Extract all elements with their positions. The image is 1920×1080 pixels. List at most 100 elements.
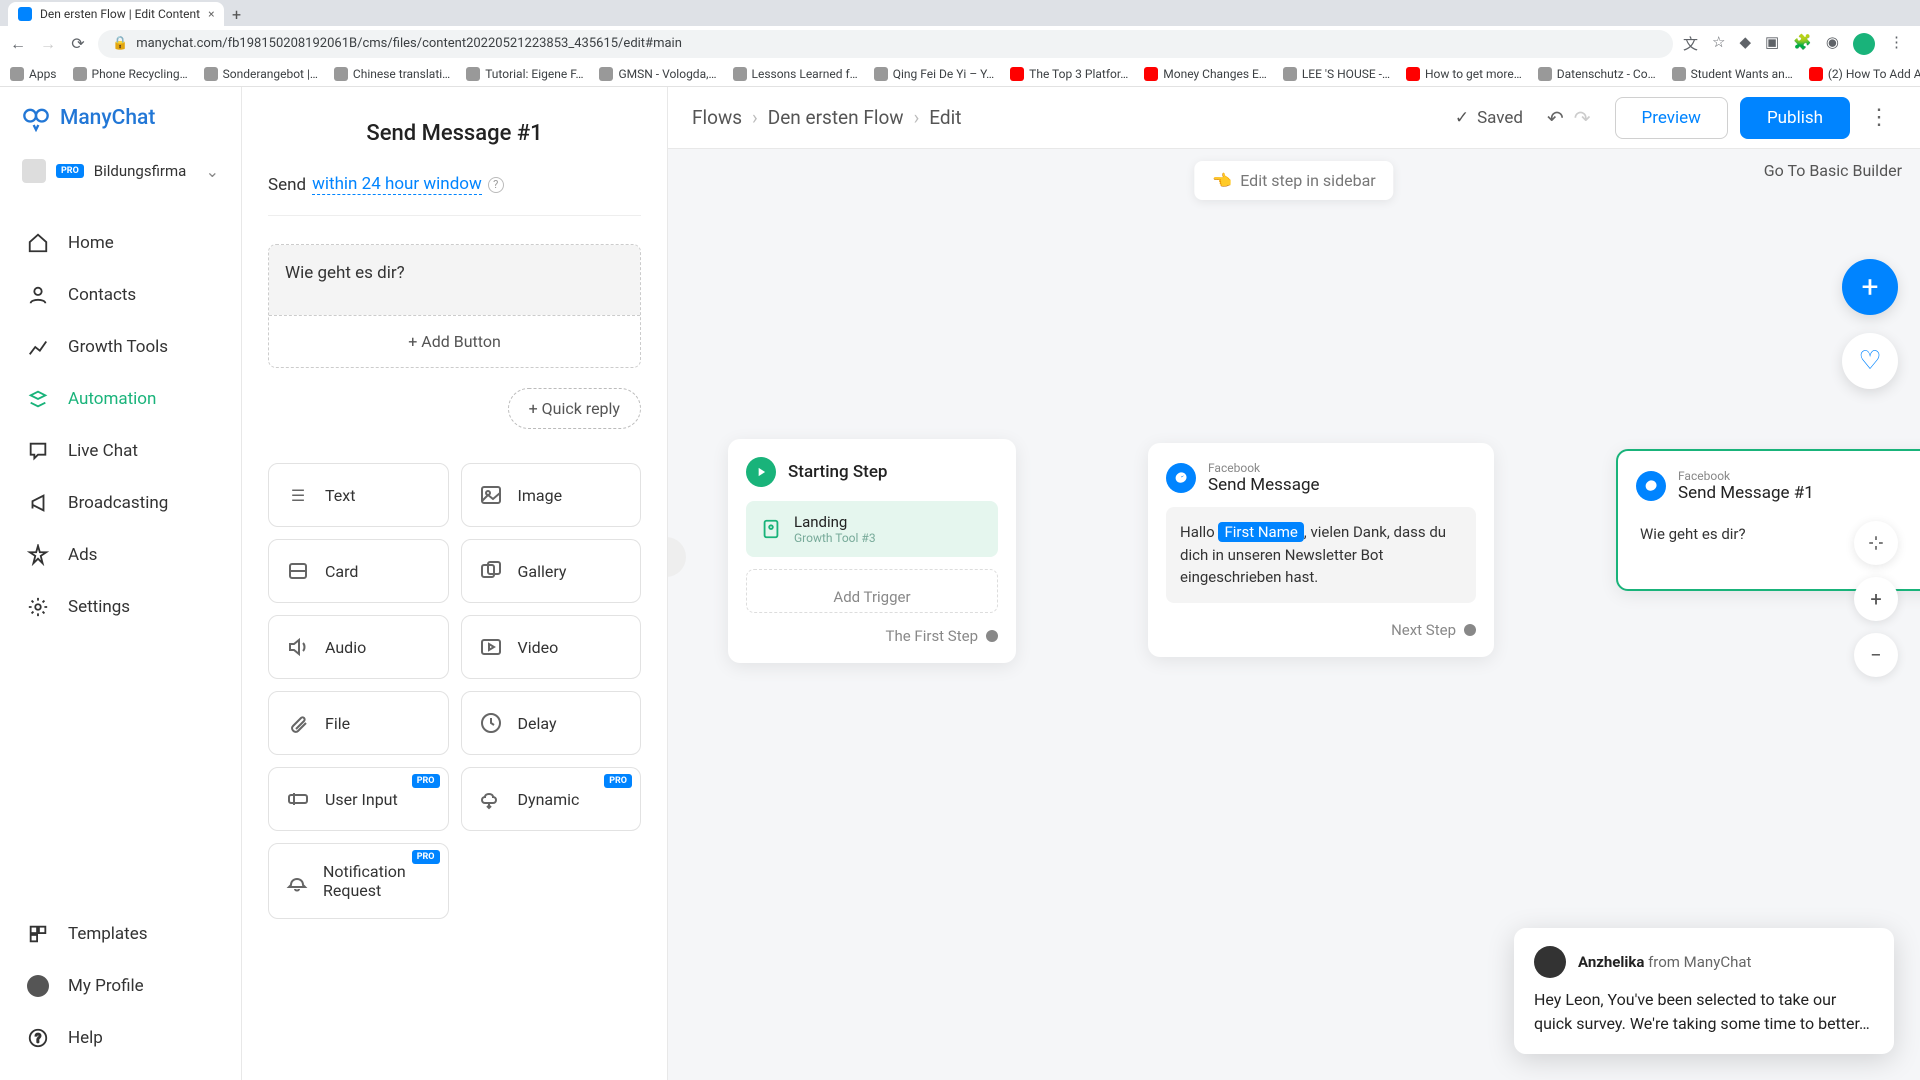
zoom-in-button[interactable]: + (1854, 577, 1898, 621)
extensions-icon[interactable]: 🧩 (1793, 33, 1812, 55)
add-button-action[interactable]: + Add Button (269, 315, 640, 367)
content-label: Card (325, 562, 358, 581)
bookmark-label: The Top 3 Platfor… (1029, 67, 1128, 81)
flow-canvas[interactable]: Starting Step Landing Growth Tool #3 Add… (668, 149, 1920, 1080)
nav-label: Ads (68, 545, 97, 565)
content-type-user-input[interactable]: PROUser Input (268, 767, 449, 831)
main-nav: Home Contacts Growth Tools Automation Li… (0, 201, 241, 1080)
nav-help[interactable]: ? Help (0, 1012, 241, 1064)
panel-title: Send Message #1 (268, 107, 641, 174)
msg-text-pre: Hallo (1180, 523, 1218, 541)
add-trigger-button[interactable]: Add Trigger (746, 569, 998, 613)
play-icon (746, 457, 776, 487)
content-type-gallery[interactable]: Gallery (461, 539, 642, 603)
crumb-flow-name[interactable]: Den ersten Flow (768, 106, 904, 129)
bookmark-item[interactable]: Lessons Learned f… (733, 67, 858, 81)
reload-icon[interactable]: ⟳ (68, 34, 88, 54)
nav-live-chat[interactable]: Live Chat (0, 425, 241, 477)
bookmark-item[interactable]: Phone Recycling… (73, 67, 188, 81)
content-type-image[interactable]: Image (461, 463, 642, 527)
add-quick-reply-button[interactable]: + Quick reply (508, 388, 641, 429)
bookmark-item[interactable]: Datenschutz - Co… (1538, 67, 1656, 81)
file-icon (285, 710, 311, 736)
content-type-text[interactable]: ☰Text (268, 463, 449, 527)
translate-icon[interactable]: 文 (1683, 33, 1698, 55)
bookmark-item[interactable]: GMSN - Vologda,… (599, 67, 716, 81)
content-label: Image (518, 486, 563, 505)
workspace-selector[interactable]: PRO Bildungsfirma ⌄ (0, 149, 241, 201)
first-step-connector[interactable]: The First Step (746, 627, 998, 645)
undo-button[interactable]: ↶ (1547, 106, 1564, 130)
bookmark-item[interactable]: Student Wants an… (1672, 67, 1793, 81)
content-type-audio[interactable]: Audio (268, 615, 449, 679)
brand-logo[interactable]: ManyChat (0, 87, 241, 149)
message-block[interactable]: Wie geht es dir? + Add Button (268, 244, 641, 368)
forward-icon[interactable]: → (38, 34, 58, 54)
bookmark-favicon (1144, 67, 1158, 81)
menu-icon[interactable]: ⋮ (1889, 33, 1904, 55)
nav-contacts[interactable]: Contacts (0, 269, 241, 321)
url-input[interactable]: 🔒 manychat.com/fb198150208192061B/cms/fi… (98, 30, 1673, 58)
bookmark-item[interactable]: Money Changes E… (1144, 67, 1267, 81)
star-icon[interactable]: ☆ (1712, 33, 1725, 55)
edit-step-hint[interactable]: 👈 Edit step in sidebar (1194, 161, 1393, 200)
nav-settings[interactable]: Settings (0, 581, 241, 633)
extension-icon[interactable]: ▣ (1765, 33, 1779, 55)
content-type-delay[interactable]: Delay (461, 691, 642, 755)
help-icon[interactable]: ? (488, 177, 504, 193)
connector-handle[interactable] (986, 630, 998, 642)
add-node-fab[interactable]: + (1842, 259, 1898, 315)
node-send-message[interactable]: Facebook Send Message Hallo First Name, … (1148, 443, 1494, 657)
bookmark-item[interactable]: Qing Fei De Yi – Y… (874, 67, 994, 81)
help-icon: ? (26, 1026, 50, 1050)
next-step-connector[interactable]: Next Step (1166, 621, 1476, 639)
content-type-file[interactable]: File (268, 691, 449, 755)
favorite-fab[interactable]: ♡ (1842, 333, 1898, 389)
crumb-flows[interactable]: Flows (692, 106, 742, 129)
goto-basic-builder-link[interactable]: Go To Basic Builder (1764, 161, 1902, 180)
bookmark-item[interactable]: Apps (10, 67, 57, 81)
message-text-input[interactable]: Wie geht es dir? (269, 245, 640, 315)
extension-icon[interactable]: ◆ (1739, 33, 1751, 55)
bookmark-item[interactable]: The Top 3 Platfor… (1010, 67, 1128, 81)
send-window-link[interactable]: within 24 hour window (312, 174, 482, 195)
content-type-notification[interactable]: PRONotification Request (268, 843, 449, 919)
close-icon[interactable]: × (208, 7, 214, 21)
bookmark-label: Apps (29, 67, 57, 81)
content-type-video[interactable]: Video (461, 615, 642, 679)
nav-broadcasting[interactable]: Broadcasting (0, 477, 241, 529)
bookmark-item[interactable]: LEE 'S HOUSE -… (1283, 67, 1390, 81)
nav-growth-tools[interactable]: Growth Tools (0, 321, 241, 373)
zoom-out-button[interactable]: − (1854, 633, 1898, 677)
nav-ads[interactable]: Ads (0, 529, 241, 581)
nav-home[interactable]: Home (0, 217, 241, 269)
profile-icon[interactable] (1853, 33, 1875, 55)
redo-button[interactable]: ↷ (1574, 106, 1591, 130)
nav-profile[interactable]: My Profile (0, 960, 241, 1012)
preview-button[interactable]: Preview (1615, 97, 1728, 139)
extension-icon[interactable]: ◉ (1826, 33, 1839, 55)
bookmark-item[interactable]: Sonderangebot |… (204, 67, 318, 81)
bookmark-item[interactable]: How to get more… (1406, 67, 1522, 81)
support-chat-popup[interactable]: Anzhelika from ManyChat Hey Leon, You've… (1514, 928, 1894, 1054)
new-tab-button[interactable]: + (224, 2, 248, 26)
bookmark-item[interactable]: (2) How To Add A… (1809, 67, 1920, 81)
more-menu-button[interactable]: ⋮ (1862, 105, 1896, 130)
node-starting-step[interactable]: Starting Step Landing Growth Tool #3 Add… (728, 439, 1016, 663)
step-editor-panel: Send Message #1 Send within 24 hour wind… (242, 87, 668, 1080)
nav-templates[interactable]: Templates (0, 908, 241, 960)
bookmark-item[interactable]: Chinese translati… (334, 67, 450, 81)
auto-layout-button[interactable] (1854, 521, 1898, 565)
content-type-dynamic[interactable]: PRODynamic (461, 767, 642, 831)
automation-icon (26, 387, 50, 411)
bookmark-label: Datenschutz - Co… (1557, 67, 1656, 81)
nav-label: Help (68, 1028, 103, 1048)
back-icon[interactable]: ← (8, 34, 28, 54)
content-type-card[interactable]: Card (268, 539, 449, 603)
browser-tab[interactable]: Den ersten Flow | Edit Content × (8, 2, 224, 26)
publish-button[interactable]: Publish (1740, 97, 1850, 139)
nav-automation[interactable]: Automation (0, 373, 241, 425)
bookmark-item[interactable]: Tutorial: Eigene F… (466, 67, 583, 81)
trigger-landing[interactable]: Landing Growth Tool #3 (746, 501, 998, 557)
connector-handle[interactable] (1464, 624, 1476, 636)
